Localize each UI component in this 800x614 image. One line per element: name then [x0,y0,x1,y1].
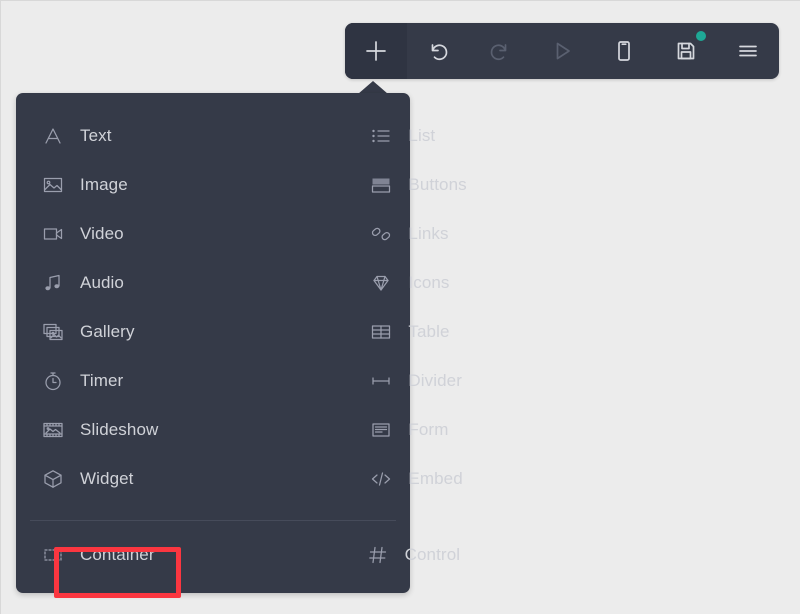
list-icon [368,123,394,149]
save-icon [673,38,699,64]
menu-items-grid-bottom: Container Control [16,530,460,579]
save-button[interactable] [655,23,717,79]
menu-item-label: Icons [408,272,450,292]
menu-item-label: List [408,125,436,145]
menu-section-divider [30,520,396,521]
links-icon [368,221,394,247]
menu-item-slideshow[interactable]: Slideshow [16,405,158,454]
menu-item-label: Image [80,174,128,194]
menu-item-embed[interactable]: Embed [158,454,466,503]
menu-item-label: Control [404,544,461,564]
menu-item-label: Divider [408,370,462,390]
menu-item-label: Gallery [80,321,135,341]
image-icon [40,172,66,198]
app-window: Text List Image Buttons Video Links Audi… [0,0,800,614]
add-element-menu: Text List Image Buttons Video Links Audi… [16,93,467,598]
menu-item-label: Table [408,321,450,341]
menu-item-text[interactable]: Text [16,111,158,160]
menu-item-timer[interactable]: Timer [16,356,158,405]
menu-item-divider[interactable]: Divider [158,356,466,405]
timer-icon [40,368,66,394]
undo-button[interactable] [407,23,469,79]
mobile-icon [611,38,637,64]
menu-item-label: Video [80,223,124,243]
menu-item-image[interactable]: Image [16,160,158,209]
menu-items-grid: Text List Image Buttons Video Links Audi… [16,111,467,503]
gallery-icon [40,319,66,345]
menu-item-label: Slideshow [80,419,159,439]
menu-item-table[interactable]: Table [158,307,466,356]
menu-item-label: Links [408,223,449,243]
code-icon [368,466,394,492]
redo-button[interactable] [469,23,531,79]
menu-item-form[interactable]: Form [158,405,466,454]
menu-item-label: Timer [80,370,124,390]
menu-item-label: Widget [80,468,134,488]
menu-item-label: Text [80,125,112,145]
diamond-icon [368,270,394,296]
cube-icon [40,466,66,492]
divider-icon [368,368,394,394]
video-icon [40,221,66,247]
menu-item-container[interactable]: Container [16,530,155,579]
undo-icon [425,38,451,64]
menu-item-label: Container [80,544,155,564]
menu-item-buttons[interactable]: Buttons [158,160,467,209]
redo-icon [487,38,513,64]
plus-icon [363,38,389,64]
menu-item-gallery[interactable]: Gallery [16,307,158,356]
menu-item-control[interactable]: Control [155,530,461,579]
add-element-button[interactable] [345,23,407,79]
play-icon [549,38,575,64]
buttons-icon [368,172,394,198]
menu-button[interactable] [717,23,779,79]
menu-item-links[interactable]: Links [158,209,466,258]
hamburger-icon [735,38,761,64]
preview-button[interactable] [531,23,593,79]
table-icon [368,319,394,345]
text-icon [40,123,66,149]
menu-item-list[interactable]: List [158,111,466,160]
slideshow-icon [40,417,66,443]
form-icon [368,417,394,443]
menu-item-label: Audio [80,272,124,292]
menu-item-label: Buttons [408,174,467,194]
menu-item-widget[interactable]: Widget [16,454,158,503]
device-button[interactable] [593,23,655,79]
menu-item-label: Form [408,419,449,439]
menu-item-icons[interactable]: Icons [158,258,466,307]
audio-icon [40,270,66,296]
editor-toolbar [345,23,779,79]
unsaved-changes-badge [696,31,706,41]
menu-item-video[interactable]: Video [16,209,158,258]
container-icon [40,542,66,568]
menu-item-label: Embed [408,468,463,488]
menu-item-audio[interactable]: Audio [16,258,158,307]
hash-icon [365,542,391,568]
